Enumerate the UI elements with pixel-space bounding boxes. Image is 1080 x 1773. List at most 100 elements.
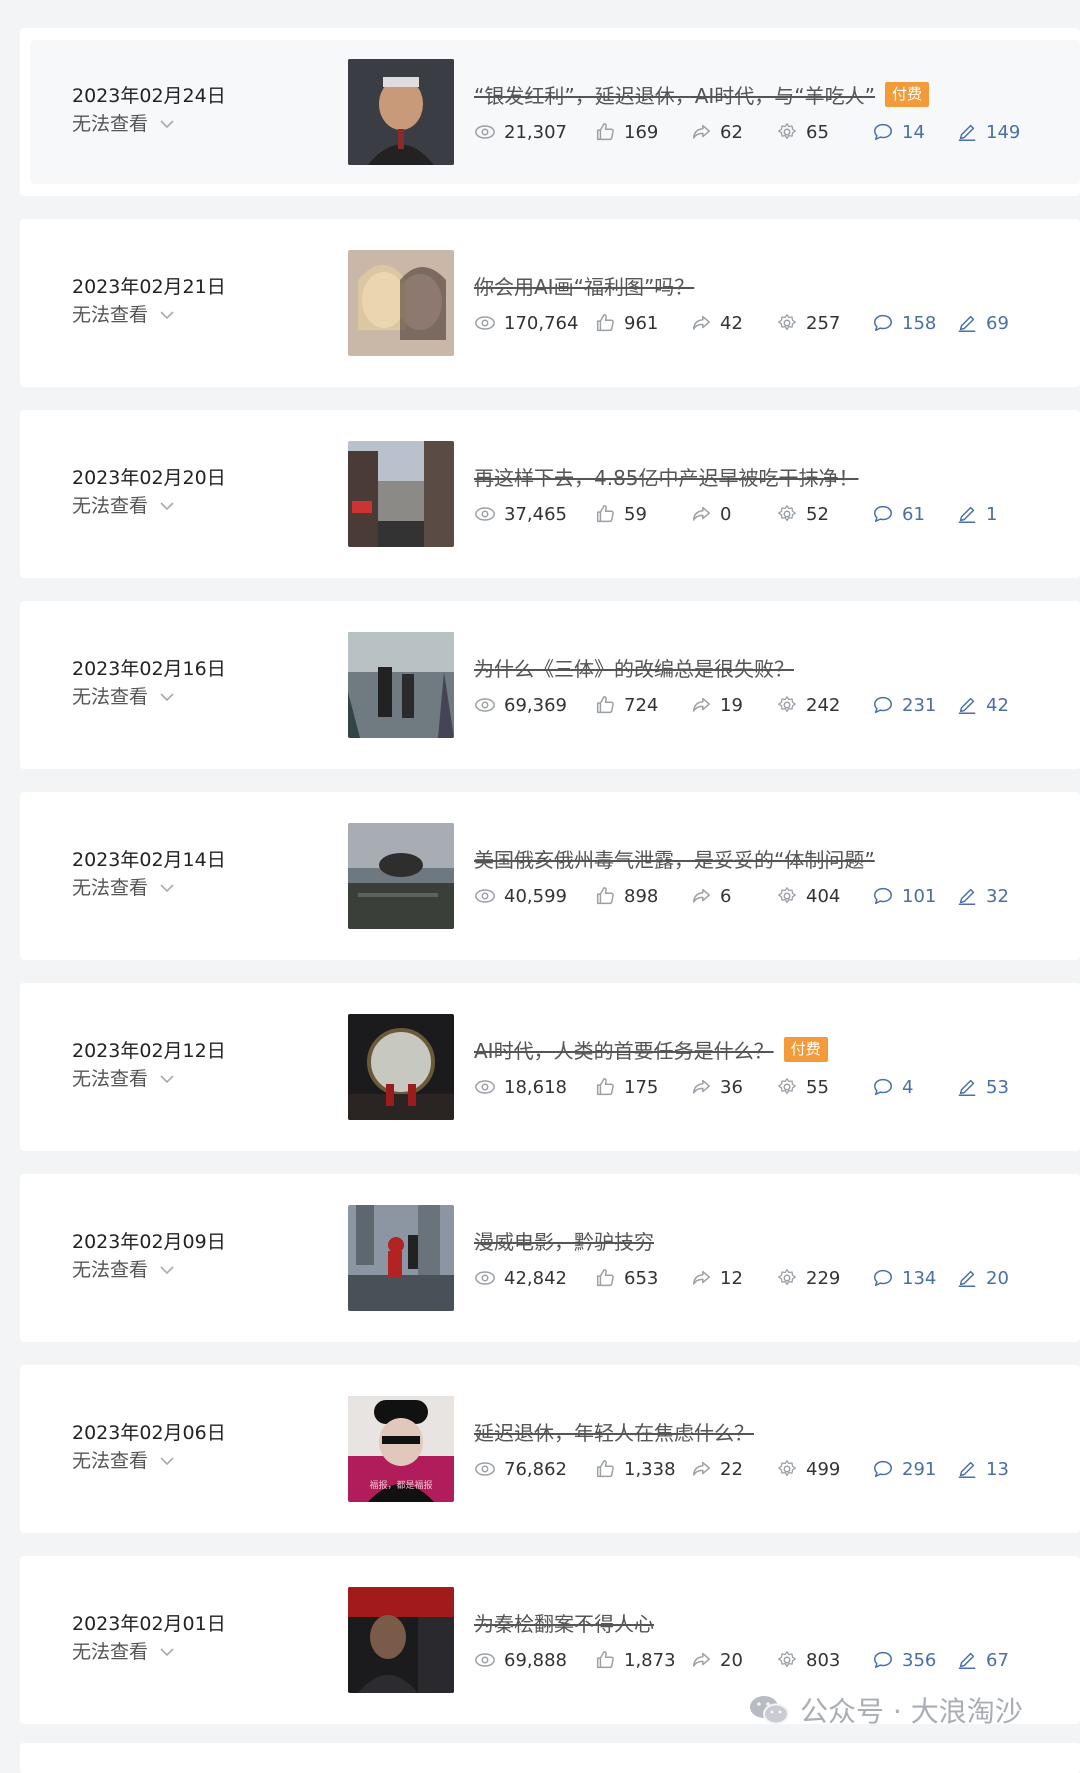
stat-likes: 1,338	[594, 1458, 690, 1480]
comment-icon	[872, 885, 894, 907]
stat-wow: 52	[776, 503, 872, 525]
article-card[interactable]: 2023年02月12日 无法查看 AI时代，人类的首要任务是什么？ 付费 18,…	[20, 983, 1080, 1151]
chevron-down-icon	[160, 1266, 174, 1275]
article-thumbnail[interactable]: 福报，都是福报	[348, 1396, 454, 1502]
chevron-down-icon	[160, 311, 174, 320]
status-dropdown[interactable]: 无法查看	[72, 1259, 226, 1281]
status-dropdown[interactable]: 无法查看	[72, 113, 226, 135]
stat-value: 69,888	[504, 1649, 567, 1671]
stat-wow: 499	[776, 1458, 872, 1480]
article-thumbnail[interactable]	[348, 823, 454, 929]
comment-icon	[872, 1076, 894, 1098]
stat-value: 356	[902, 1649, 937, 1671]
wow-icon	[776, 694, 798, 716]
stats-row: 170,764 961 42 257 158 69	[474, 312, 1036, 334]
stat-value: 59	[624, 503, 647, 525]
article-card[interactable]: 2023年02月20日 无法查看 再这样下去，4.85亿中产迟早被吃干抹净！ 3…	[20, 410, 1080, 578]
stat-comments: 14	[872, 121, 956, 143]
article-title[interactable]: 再这样下去，4.85亿中产迟早被吃干抹净！	[474, 462, 859, 491]
article-title[interactable]: AI时代，人类的首要任务是什么？	[474, 1035, 774, 1064]
stat-views: 18,618	[474, 1076, 594, 1098]
article-thumbnail[interactable]	[348, 250, 454, 356]
stat-value: 21,307	[504, 121, 567, 143]
chevron-down-icon	[160, 1648, 174, 1657]
like-icon	[594, 1458, 616, 1480]
article-title[interactable]: 你会用AI画“福利图”吗？	[474, 271, 694, 300]
status-dropdown[interactable]: 无法查看	[72, 686, 226, 708]
title-row: 漫威电影，黔驴技穷	[474, 1226, 654, 1255]
publish-date: 2023年02月06日	[72, 1422, 226, 1444]
article-title[interactable]: “银发红利”，延迟退休，AI时代，与“羊吃人”	[474, 80, 875, 109]
views-icon	[474, 503, 496, 525]
stat-edits: 67	[956, 1649, 1036, 1671]
stat-value: 67	[986, 1649, 1009, 1671]
stat-comments: 356	[872, 1649, 956, 1671]
article-card[interactable]: 2023年02月14日 无法查看 美国俄亥俄州毒气泄露，是妥妥的“体制问题” 4…	[20, 792, 1080, 960]
stat-value: 61	[902, 503, 925, 525]
stats-row: 69,369 724 19 242 231 42	[474, 694, 1036, 716]
article-card[interactable]: 2023年02月24日 无法查看 “银发红利”，延迟退休，AI时代，与“羊吃人”…	[20, 28, 1080, 196]
stat-value: 42	[720, 312, 743, 334]
article-title[interactable]: 美国俄亥俄州毒气泄露，是妥妥的“体制问题”	[474, 844, 875, 873]
article-card[interactable]: 2023年02月06日 无法查看 福报，都是福报 延迟退休，年轻人在焦虑什么？ …	[20, 1365, 1080, 1533]
stat-value: 0	[720, 503, 732, 525]
date-column: 2023年02月21日 无法查看	[72, 276, 226, 326]
article-title[interactable]: 为什么《三体》的改编总是很失败？	[474, 653, 794, 682]
article-title[interactable]: 延迟退休，年轻人在焦虑什么？	[474, 1417, 754, 1446]
stat-value: 4	[902, 1076, 914, 1098]
status-dropdown[interactable]: 无法查看	[72, 1641, 226, 1663]
stat-value: 20	[986, 1267, 1009, 1289]
status-dropdown[interactable]: 无法查看	[72, 304, 226, 326]
stat-value: 52	[806, 503, 829, 525]
stat-value: 13	[986, 1458, 1009, 1480]
article-card[interactable]: 2023年02月21日 无法查看 你会用AI画“福利图”吗？ 170,764 96…	[20, 219, 1080, 387]
stat-likes: 1,873	[594, 1649, 690, 1671]
views-icon	[474, 1076, 496, 1098]
article-thumbnail[interactable]	[348, 441, 454, 547]
article-thumbnail[interactable]	[348, 1205, 454, 1311]
stat-value: 961	[624, 312, 659, 334]
article-thumbnail[interactable]	[348, 632, 454, 738]
publish-date: 2023年02月24日	[72, 85, 226, 107]
stat-likes: 169	[594, 121, 690, 143]
publish-date: 2023年02月20日	[72, 467, 226, 489]
stat-value: 42,842	[504, 1267, 567, 1289]
stat-value: 22	[720, 1458, 743, 1480]
chevron-down-icon	[160, 884, 174, 893]
status-dropdown[interactable]: 无法查看	[72, 877, 226, 899]
like-icon	[594, 312, 616, 334]
wow-icon	[776, 312, 798, 334]
edit-icon	[956, 1267, 978, 1289]
stat-value: 36	[720, 1076, 743, 1098]
stat-value: 65	[806, 121, 829, 143]
like-icon	[594, 1267, 616, 1289]
edit-icon	[956, 1649, 978, 1671]
stat-comments: 101	[872, 885, 956, 907]
share-icon	[690, 312, 712, 334]
stat-shares: 62	[690, 121, 776, 143]
like-icon	[594, 1076, 616, 1098]
article-thumbnail[interactable]	[348, 1014, 454, 1120]
stat-value: 291	[902, 1458, 937, 1480]
status-dropdown[interactable]: 无法查看	[72, 1450, 226, 1472]
stat-value: 40,599	[504, 885, 567, 907]
share-icon	[690, 121, 712, 143]
status-dropdown[interactable]: 无法查看	[72, 1068, 226, 1090]
stat-value: 14	[902, 121, 925, 143]
chevron-down-icon	[160, 1457, 174, 1466]
title-row: 你会用AI画“福利图”吗？	[474, 271, 694, 300]
article-title[interactable]: 漫威电影，黔驴技穷	[474, 1226, 654, 1255]
status-label: 无法查看	[72, 686, 149, 708]
article-thumbnail[interactable]	[348, 59, 454, 165]
stat-value: 12	[720, 1267, 743, 1289]
stat-edits: 53	[956, 1076, 1036, 1098]
article-card[interactable]: 2023年02月16日 无法查看 为什么《三体》的改编总是很失败？ 69,369…	[20, 601, 1080, 769]
stat-value: 257	[806, 312, 841, 334]
stat-comments: 61	[872, 503, 956, 525]
edit-icon	[956, 885, 978, 907]
status-dropdown[interactable]: 无法查看	[72, 495, 226, 517]
article-thumbnail[interactable]	[348, 1587, 454, 1693]
stat-shares: 0	[690, 503, 776, 525]
article-title[interactable]: 为秦桧翻案不得人心	[474, 1608, 654, 1637]
article-card[interactable]: 2023年02月09日 无法查看 漫威电影，黔驴技穷 42,842 653 12 22…	[20, 1174, 1080, 1342]
